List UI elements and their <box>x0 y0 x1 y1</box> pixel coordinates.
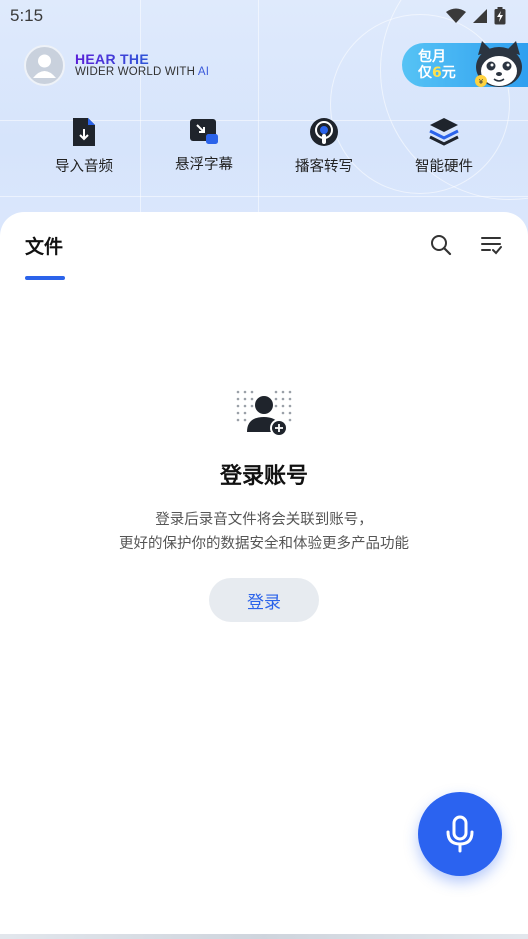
quick-action-label: 悬浮字幕 <box>175 157 233 173</box>
brand-logo: HEAR THE WIDER WORLD WITH AI <box>75 51 209 79</box>
wifi-icon <box>446 8 466 23</box>
status-icons <box>446 7 506 25</box>
promo-line1: 包月 <box>418 49 446 65</box>
cellular-signal-icon <box>473 9 487 23</box>
promo-text: 包月 仅6元 <box>418 49 456 81</box>
tab-active-indicator <box>25 276 65 280</box>
tab-bar: 文件 <box>0 212 528 282</box>
user-add-icon <box>236 390 292 437</box>
podcast-transcribe-icon <box>310 118 338 146</box>
status-time: 5:15 <box>10 6 44 25</box>
record-button[interactable] <box>418 792 502 876</box>
sort-filter-icon[interactable] <box>480 234 502 256</box>
quick-action-label: 播客转写 <box>295 159 353 175</box>
quick-action-smart-hardware[interactable]: 智能硬件 <box>384 116 504 180</box>
search-icon[interactable] <box>430 234 452 256</box>
promo-line2: 仅6元 <box>418 65 456 81</box>
status-bar: 5:15 <box>0 0 528 32</box>
battery-charging-icon <box>494 7 506 25</box>
avatar[interactable] <box>24 44 65 86</box>
quick-action-label: 智能硬件 <box>415 159 473 175</box>
brand-line1: HEAR THE <box>75 51 209 67</box>
tab-actions <box>430 234 502 256</box>
tab-files[interactable]: 文件 <box>25 232 63 259</box>
brand-line2-prefix: WIDER WORLD WITH <box>75 66 198 79</box>
brand-line2-ai: AI <box>197 66 210 79</box>
empty-state-desc-line2: 更好的保护你的数据安全和体验更多产品功能 <box>119 536 409 552</box>
quick-action-import-audio[interactable]: 导入音频 <box>24 116 144 180</box>
home-indicator <box>0 934 528 939</box>
smart-hardware-icon <box>429 118 459 146</box>
promo-line2-suffix: 元 <box>441 65 456 81</box>
svg-text:¥: ¥ <box>479 78 484 86</box>
microphone-icon <box>446 815 474 853</box>
promo-price: 6 <box>432 65 442 81</box>
quick-action-podcast-transcribe[interactable]: 播客转写 <box>264 116 384 180</box>
brand-line2: WIDER WORLD WITH AI <box>75 66 209 78</box>
quick-action-label: 导入音频 <box>55 159 113 175</box>
empty-state-desc-line1: 登录后录音文件将会关联到账号， <box>155 512 373 528</box>
empty-state-title: 登录账号 <box>219 464 308 489</box>
promo-banner[interactable]: 包月 仅6元 ¥ <box>402 41 528 87</box>
empty-state-description: 登录后录音文件将会关联到账号， 更好的保护你的数据安全和体验更多产品功能 <box>119 508 409 556</box>
import-audio-icon <box>73 118 95 146</box>
quick-actions: 导入音频 悬浮字幕 播客转写 智能硬件 <box>24 116 504 180</box>
user-avatar-icon <box>33 54 56 78</box>
login-button[interactable]: 登录 <box>209 578 319 622</box>
floating-subtitle-icon <box>190 119 218 144</box>
husky-mascot-icon: ¥ <box>475 41 522 87</box>
quick-action-floating-subtitle[interactable]: 悬浮字幕 <box>144 116 264 180</box>
empty-state: 登录账号 登录后录音文件将会关联到账号， 更好的保护你的数据安全和体验更多产品功… <box>0 388 528 622</box>
promo-line2-prefix: 仅 <box>418 65 432 81</box>
